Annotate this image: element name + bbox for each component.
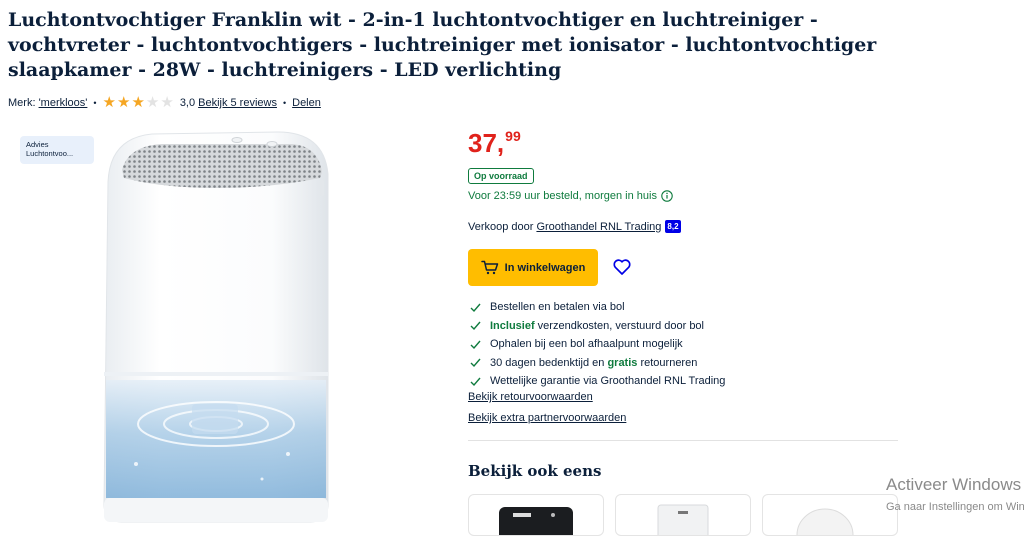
usp-text: Bestellen en betalen via bol [490, 301, 625, 314]
section-divider [468, 440, 898, 441]
usp-text: retourneren [637, 356, 698, 369]
seller-info: Verkoop door Groothandel RNL Trading 8,2 [468, 220, 681, 233]
check-icon [470, 303, 481, 312]
star-filled-icon: ★ [102, 94, 116, 111]
check-icon [470, 377, 481, 386]
delivery-text: Voor 23:59 uur besteld, morgen in huis [468, 190, 657, 202]
recommendation-card[interactable] [615, 494, 751, 536]
product-meta: Merk: 'merkloos' • ★ ★ ★ ★ ★ 3,0 Bekijk 5 re… [8, 94, 321, 111]
product-image[interactable] [92, 124, 362, 526]
usp-item: Wettelijke garantie via Groothandel RNL … [470, 372, 725, 391]
check-icon [470, 321, 481, 331]
return-conditions-link[interactable]: Bekijk retourvoorwaarden [468, 391, 593, 403]
seller-link[interactable]: Groothandel RNL Trading [536, 221, 661, 233]
price: 37, 99 [468, 128, 521, 158]
advice-badge[interactable]: Advies Luchtontvoo... [20, 136, 94, 164]
star-empty-icon: ★ [160, 94, 174, 111]
usp-text: Wettelijke garantie via Groothandel RNL … [490, 375, 726, 388]
info-icon[interactable] [661, 190, 673, 202]
usp-item: 30 dagen bedenktijd en gratis retournere… [470, 354, 725, 373]
partner-conditions-link[interactable]: Bekijk extra partnervoorwaarden [468, 412, 626, 424]
activation-subtitle: Ga naar Instellingen om Windows te activ… [886, 501, 1024, 513]
activation-title: Activeer Windows [886, 475, 1022, 494]
seller-prefix: Verkoop door [468, 220, 534, 233]
add-to-cart-button[interactable]: In winkelwagen [468, 249, 598, 286]
rating-stars[interactable]: ★ ★ ★ ★ ★ [102, 94, 175, 111]
share-link[interactable]: Delen [292, 97, 321, 109]
usp-item: Inclusief verzendkosten, verstuurd door … [470, 317, 725, 336]
advice-badge-line1: Advies [26, 140, 49, 149]
brand-link[interactable]: 'merkloos' [39, 97, 88, 109]
see-also-title: Bekijk ook eens [468, 462, 602, 480]
separator-dot: • [282, 98, 287, 108]
check-icon [470, 358, 481, 368]
star-filled-icon: ★ [117, 94, 131, 111]
product-thumbnail [657, 504, 709, 535]
usp-item: Ophalen bij een bol afhaalpunt mogelijk [470, 335, 725, 354]
windows-activation-watermark: Activeer Windows Ga naar Instellingen om… [886, 474, 1024, 515]
price-cents: 99 [505, 128, 521, 144]
separator-dot: • [93, 98, 97, 108]
check-icon [470, 340, 481, 349]
price-whole: 37, [468, 128, 505, 158]
cart-icon [480, 260, 498, 275]
usp-emphasis: gratis [607, 356, 638, 369]
usp-list: Bestellen en betalen via bol Inclusief v… [470, 298, 725, 391]
add-to-cart-label: In winkelwagen [504, 261, 586, 274]
rating-value: 3,0 [179, 97, 196, 109]
wishlist-heart-icon[interactable] [612, 257, 632, 277]
recommendation-card[interactable] [468, 494, 604, 536]
seller-score-badge: 8,2 [665, 220, 681, 233]
product-title: Luchtontvochtiger Franklin wit - 2-in-1 … [8, 9, 877, 81]
star-filled-icon: ★ [131, 94, 145, 111]
delivery-info: Voor 23:59 uur besteld, morgen in huis [468, 190, 673, 202]
recommendation-card[interactable] [762, 494, 898, 536]
usp-text: Ophalen bij een bol afhaalpunt mogelijk [490, 338, 683, 351]
usp-item: Bestellen en betalen via bol [470, 298, 725, 317]
usp-text: verzendkosten, verstuurd door bol [534, 319, 704, 332]
brand-label: Merk: [8, 97, 36, 109]
advice-badge-line2: Luchtontvoo... [26, 149, 74, 158]
usp-text: 30 dagen bedenktijd en [490, 356, 608, 369]
star-empty-icon: ★ [145, 94, 160, 111]
reviews-link[interactable]: Bekijk 5 reviews [198, 97, 277, 109]
usp-emphasis: Inclusief [490, 319, 535, 332]
product-thumbnail [499, 507, 573, 535]
stock-badge: Op voorraad [468, 168, 534, 184]
product-thumbnail [796, 508, 854, 535]
